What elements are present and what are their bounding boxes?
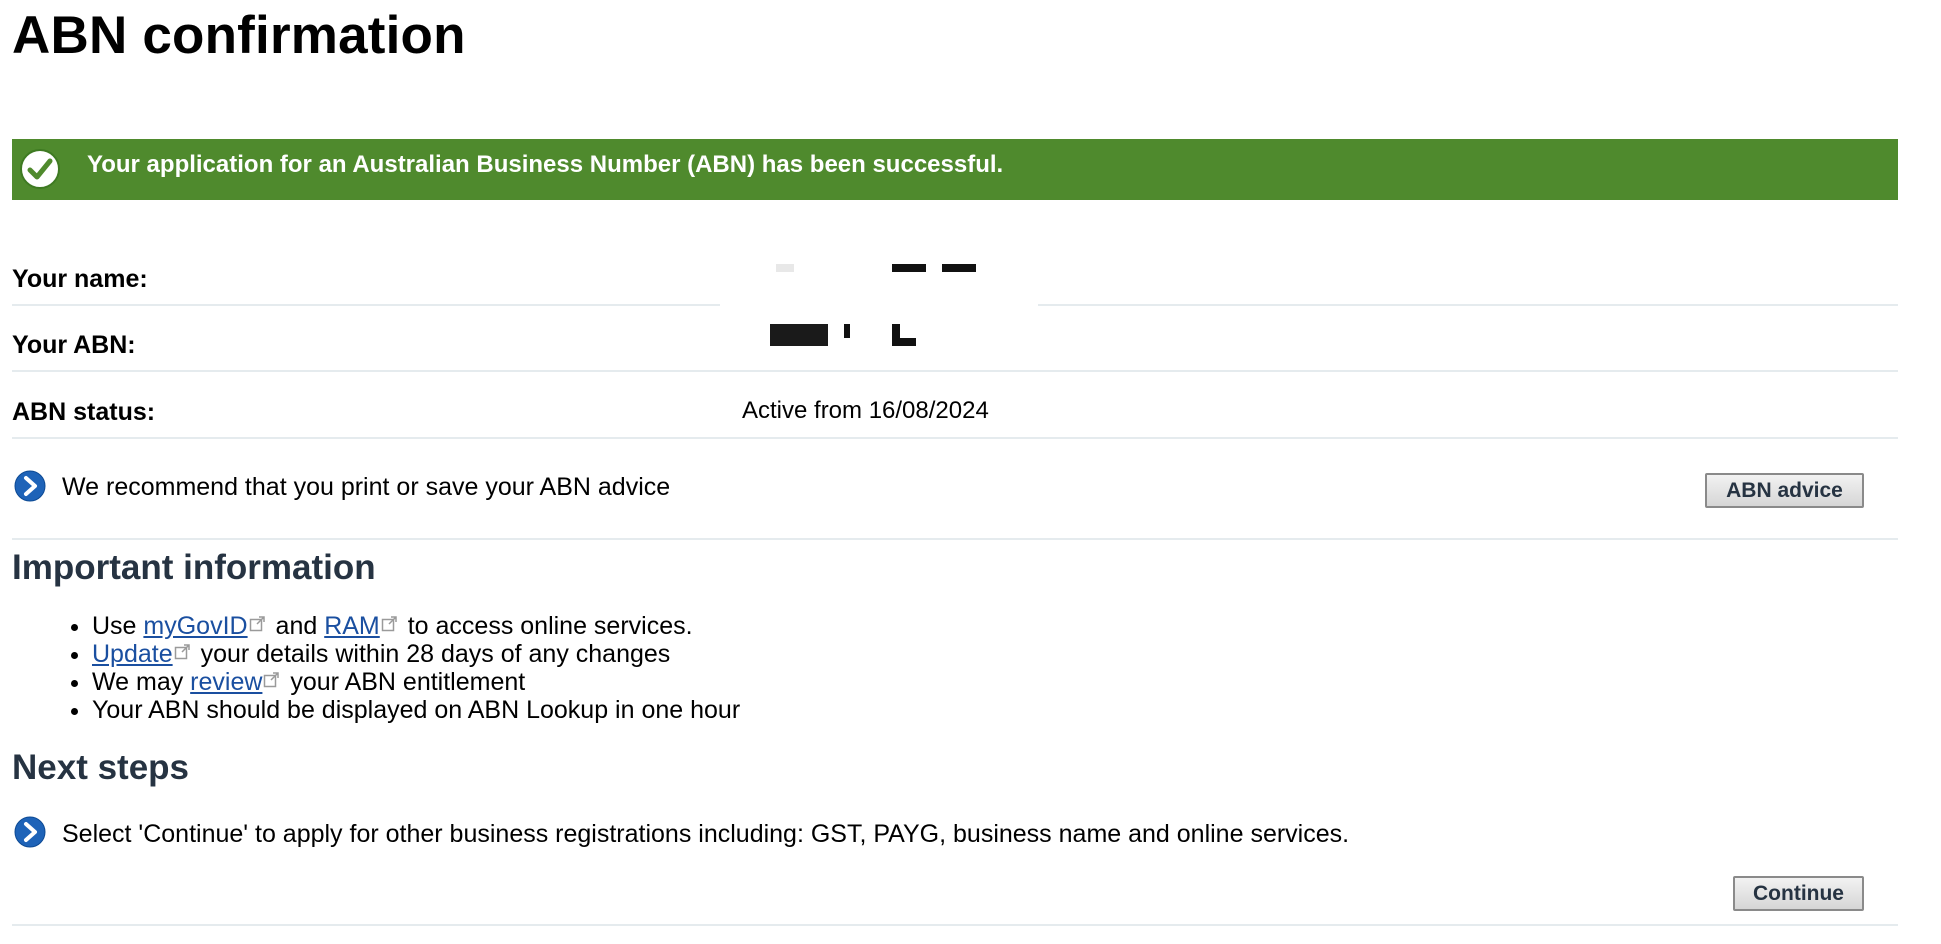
redacted-values	[720, 246, 1038, 370]
external-link-icon	[264, 672, 280, 688]
success-message: Your application for an Australian Busin…	[87, 151, 1004, 178]
advice-row: We recommend that you print or save your…	[12, 440, 1898, 540]
abn-advice-button[interactable]: ABN advice	[1705, 473, 1864, 508]
page-title: ABN confirmation	[12, 6, 466, 65]
list-item: Your ABN should be displayed on ABN Look…	[92, 696, 740, 724]
success-banner: Your application for an Australian Busin…	[12, 139, 1898, 200]
mygovid-link[interactable]: myGovID	[143, 612, 247, 640]
status-label: ABN status:	[12, 398, 156, 426]
redaction-mark	[892, 338, 916, 346]
review-link[interactable]: review	[190, 668, 262, 696]
divider	[12, 924, 1898, 926]
redaction-mark	[770, 324, 828, 346]
list-item-text: We may	[92, 668, 191, 696]
chevron-right-icon	[14, 470, 46, 502]
status-value: Active from 16/08/2024	[742, 397, 989, 424]
advice-text: We recommend that you print or save your…	[62, 473, 671, 501]
list-item: Use myGovID and RAM to access online ser…	[92, 612, 740, 640]
external-link-icon	[249, 616, 265, 632]
list-item-text: your details within 28 days of any chang…	[193, 640, 671, 668]
next-steps-heading: Next steps	[12, 748, 190, 787]
update-link[interactable]: Update	[92, 640, 173, 668]
abn-label: Your ABN:	[12, 331, 136, 359]
list-item-text: to access online services.	[400, 612, 693, 640]
list-item-text: Use	[92, 612, 144, 640]
redaction-mark	[942, 264, 976, 272]
redaction-mark	[844, 324, 850, 338]
list-item-text: and	[268, 612, 325, 640]
important-information-list: Use myGovID and RAM to access online ser…	[12, 612, 740, 724]
list-item: We may review your ABN entitlement	[92, 668, 740, 696]
check-circle-icon	[20, 149, 60, 189]
redaction-mark	[776, 264, 794, 272]
external-link-icon	[381, 616, 397, 632]
list-item-text: your ABN entitlement	[283, 668, 526, 696]
chevron-right-icon	[14, 816, 46, 848]
external-link-icon	[174, 644, 190, 660]
list-item-text: Your ABN should be displayed on ABN Look…	[92, 696, 741, 724]
continue-button[interactable]: Continue	[1733, 876, 1864, 911]
next-steps-text: Select 'Continue' to apply for other bus…	[62, 820, 1350, 848]
redaction-mark	[892, 264, 926, 272]
status-row: ABN status: Active from 16/08/2024	[12, 371, 1898, 439]
list-item: Update your details within 28 days of an…	[92, 640, 740, 668]
ram-link[interactable]: RAM	[324, 612, 380, 640]
name-label: Your name:	[12, 265, 148, 293]
important-information-heading: Important information	[12, 548, 376, 587]
